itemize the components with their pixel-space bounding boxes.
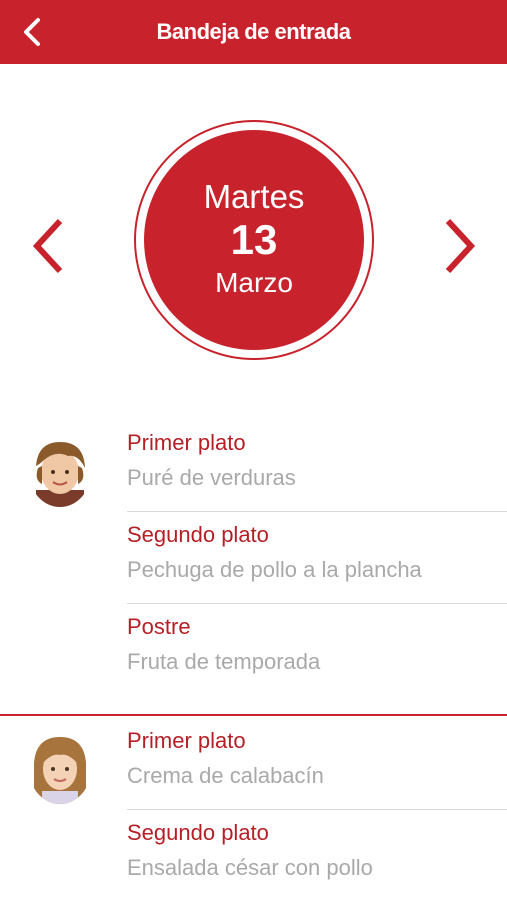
boy-avatar-icon <box>29 437 91 507</box>
dish-name: Ensalada césar con pollo <box>127 855 373 880</box>
section-divider <box>0 714 507 716</box>
dish-course: Postre <box>127 614 191 639</box>
dish-item: Segundo plato Ensalada césar con pollo <box>127 810 507 900</box>
date-day: 13 <box>230 216 278 263</box>
date-weekday: Martes <box>203 178 305 215</box>
chevron-right-icon <box>445 218 476 274</box>
next-day-button[interactable] <box>438 214 482 278</box>
dish-name: Crema de calabacín <box>127 763 324 788</box>
dish-item: Postre Fruta de temporada <box>127 604 507 696</box>
avatar <box>28 733 92 805</box>
dish-name: Fruta de temporada <box>127 649 321 674</box>
dish-name: Pechuga de pollo a la plancha <box>127 557 422 582</box>
chevron-left-icon <box>32 218 63 274</box>
dish-course: Segundo plato <box>127 522 269 547</box>
girl-avatar-icon <box>29 734 91 804</box>
dish-name: Puré de verduras <box>127 465 296 490</box>
page-title: Bandeja de entrada <box>156 19 351 44</box>
app-screen: Bandeja de entrada Martes 13 Marzo Prime… <box>0 0 507 900</box>
chevron-left-icon <box>24 18 40 46</box>
dish-item: Primer plato Crema de calabacín <box>127 718 507 810</box>
dish-course: Primer plato <box>127 430 246 455</box>
dish-course: Segundo plato <box>127 820 269 845</box>
dish-course: Primer plato <box>127 728 246 753</box>
back-button[interactable] <box>14 14 50 50</box>
app-header: Bandeja de entrada <box>0 0 507 64</box>
date-display: Martes 13 Marzo <box>144 130 364 350</box>
avatar <box>28 436 92 508</box>
previous-day-button[interactable] <box>26 214 70 278</box>
date-month: Marzo <box>215 267 293 298</box>
dish-item: Primer plato Puré de verduras <box>127 420 507 512</box>
dish-item: Segundo plato Pechuga de pollo a la plan… <box>127 512 507 604</box>
